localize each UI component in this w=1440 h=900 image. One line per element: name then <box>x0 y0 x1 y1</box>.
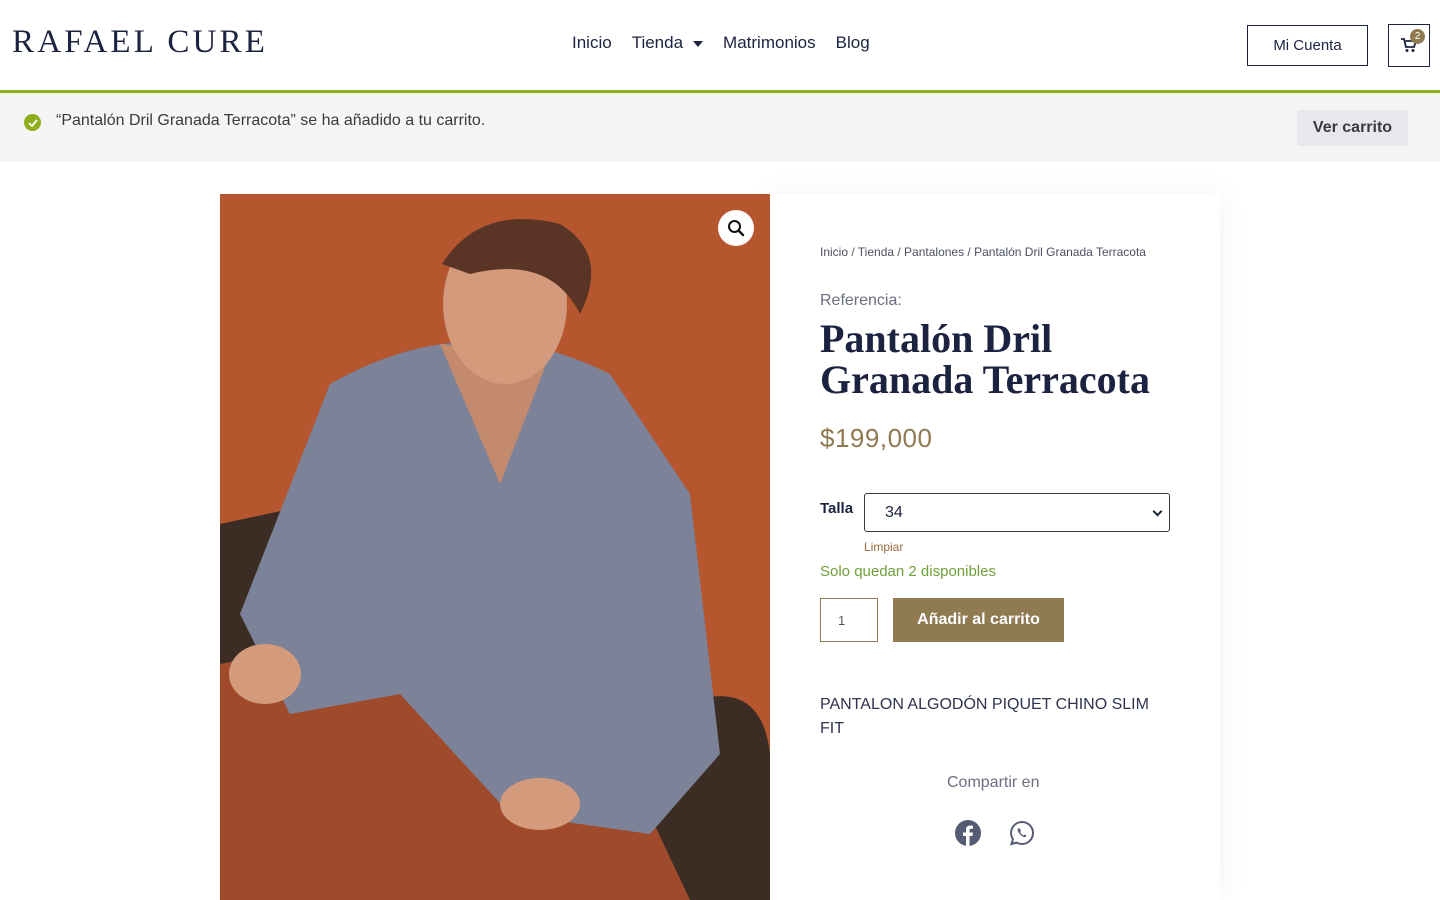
site-header: RAFAEL CURE Inicio Tienda Matrimonios Bl… <box>0 0 1440 90</box>
size-label: Talla <box>820 500 854 517</box>
quantity-input[interactable]: 1 <box>820 598 878 642</box>
nav-item-matrimonios[interactable]: Matrimonios <box>723 33 816 53</box>
product-price: $199,000 <box>820 423 933 453</box>
facebook-icon <box>955 820 981 846</box>
my-account-button[interactable]: Mi Cuenta <box>1247 25 1368 66</box>
zoom-button[interactable] <box>718 210 754 246</box>
logo[interactable]: RAFAEL CURE <box>12 24 268 61</box>
product-description: PANTALON ALGODÓN PIQUET CHINO SLIM FIT <box>820 696 1149 737</box>
nav-item-tienda-label: Tienda <box>631 33 684 52</box>
nav-item-blog[interactable]: Blog <box>836 33 870 53</box>
main-nav: Inicio Tienda Matrimonios Blog <box>572 33 870 53</box>
product-image[interactable] <box>220 194 770 900</box>
size-select[interactable]: 34 <box>864 493 1170 532</box>
add-to-cart-button[interactable]: Añadir al carrito <box>893 598 1064 642</box>
cart-button[interactable]: 2 <box>1388 24 1430 67</box>
stock-status: Solo quedan 2 disponibles <box>820 563 996 580</box>
zoom-icon <box>728 220 745 237</box>
check-circle-icon <box>24 114 41 131</box>
nav-item-inicio[interactable]: Inicio <box>572 33 612 53</box>
breadcrumb[interactable]: Inicio / Tienda / Pantalones / Pantalón … <box>820 245 1146 259</box>
notice-message: “Pantalón Dril Granada Terracota” se ha … <box>56 112 486 129</box>
chevron-down-icon <box>1152 506 1163 517</box>
size-selected-value: 34 <box>885 503 903 521</box>
share-label: Compartir en <box>947 774 1040 791</box>
cart-count-badge: 2 <box>1410 29 1425 44</box>
whatsapp-share-button[interactable] <box>1008 819 1036 847</box>
whatsapp-icon <box>1009 820 1034 846</box>
view-cart-button[interactable]: Ver carrito <box>1297 110 1408 146</box>
cart-notice: “Pantalón Dril Granada Terracota” se ha … <box>0 90 1440 162</box>
caret-down-icon <box>693 41 704 47</box>
product-title: Pantalón Dril Granada Terracota <box>820 316 1150 402</box>
nav-item-tienda[interactable]: Tienda <box>631 33 704 53</box>
reference-label: Referencia: <box>820 292 902 309</box>
clear-selection-link[interactable]: Limpiar <box>864 540 903 554</box>
facebook-share-button[interactable] <box>954 819 982 847</box>
